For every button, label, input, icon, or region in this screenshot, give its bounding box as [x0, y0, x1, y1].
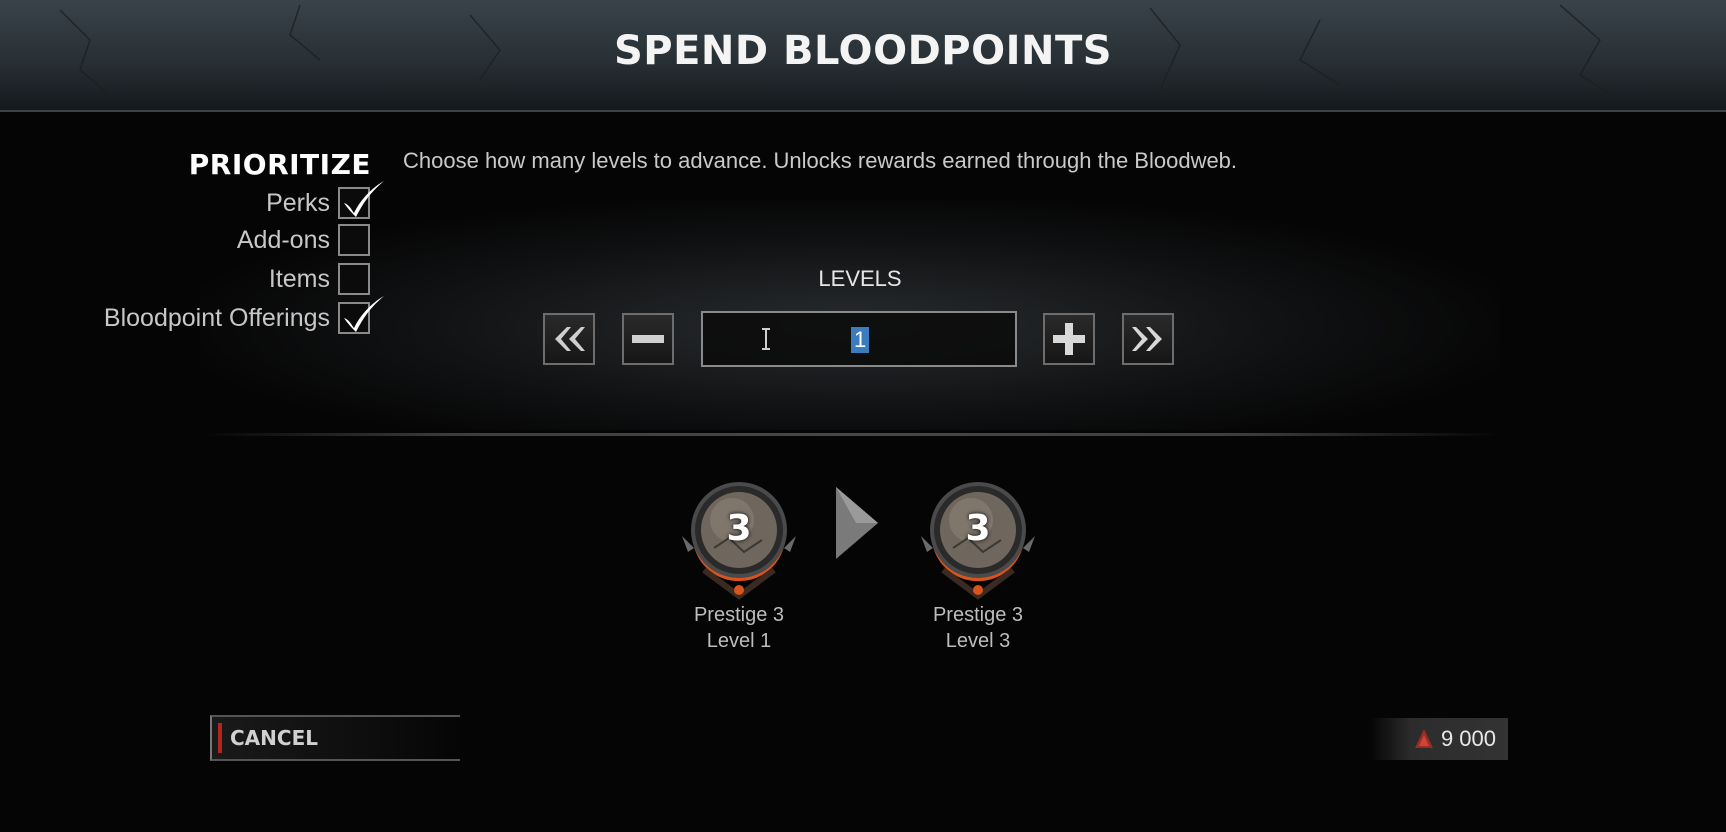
- text-cursor-icon: [762, 328, 770, 350]
- bloodpoints-balance: 9 000: [1370, 718, 1508, 760]
- prioritize-option-perks[interactable]: Perks: [266, 181, 384, 220]
- advance-arrow-icon: [836, 487, 878, 559]
- decrease-max-button[interactable]: [543, 313, 595, 365]
- bloodpoint-offerings-checkbox[interactable]: [338, 296, 384, 334]
- bloodpoints-amount: 9 000: [1440, 726, 1496, 751]
- instructions-text: Choose how many levels to advance. Unloc…: [403, 148, 1238, 173]
- prioritize-option-addons[interactable]: Add-ons: [237, 223, 370, 257]
- perks-checkbox[interactable]: [338, 181, 384, 219]
- increase-max-button[interactable]: [1122, 313, 1174, 365]
- header-banner: SPEND BLOODPOINTS: [0, 0, 1726, 112]
- levels-value: 1: [851, 327, 870, 353]
- current-level-caption: Prestige 3 Level 1: [654, 602, 824, 654]
- level-label: Level 1: [706, 630, 772, 652]
- option-label: Bloodpoint Offerings: [103, 303, 330, 332]
- page-title: SPEND BLOODPOINTS: [613, 28, 1113, 74]
- current-prestige-badge: 3: [674, 478, 804, 608]
- target-prestige-badge: 3: [913, 478, 1043, 608]
- addons-checkbox[interactable]: [338, 224, 370, 256]
- checkmark-icon: [344, 181, 384, 217]
- bloodpoint-icon: [1414, 729, 1433, 748]
- levels-label: LEVELS: [818, 266, 902, 291]
- prestige-label: Prestige 3: [932, 604, 1024, 626]
- double-left-icon: [555, 327, 585, 351]
- decrease-button[interactable]: [622, 313, 674, 365]
- prestige-label: Prestige 3: [693, 604, 785, 626]
- prioritize-heading: PRIORITIZE: [188, 148, 371, 181]
- prestige-number: 3: [726, 508, 752, 549]
- cancel-button[interactable]: CANCEL: [210, 715, 460, 761]
- section-divider: [200, 433, 1500, 436]
- target-level-caption: Prestige 3 Level 3: [893, 602, 1063, 654]
- increase-button[interactable]: [1043, 313, 1095, 365]
- levels-input[interactable]: 1: [701, 311, 1017, 367]
- plus-icon: [1053, 323, 1085, 355]
- checkmark-icon: [344, 296, 384, 332]
- cancel-label: CANCEL: [230, 726, 318, 750]
- level-label: Level 3: [945, 630, 1011, 652]
- option-label: Perks: [266, 188, 330, 217]
- prestige-number: 3: [965, 508, 991, 549]
- option-label: Add-ons: [236, 225, 330, 254]
- minus-icon: [632, 335, 664, 343]
- double-right-icon: [1132, 327, 1162, 351]
- cancel-accent-bar: [218, 723, 222, 753]
- prioritize-option-bloodpoint-offerings[interactable]: Bloodpoint Offerings: [103, 296, 384, 335]
